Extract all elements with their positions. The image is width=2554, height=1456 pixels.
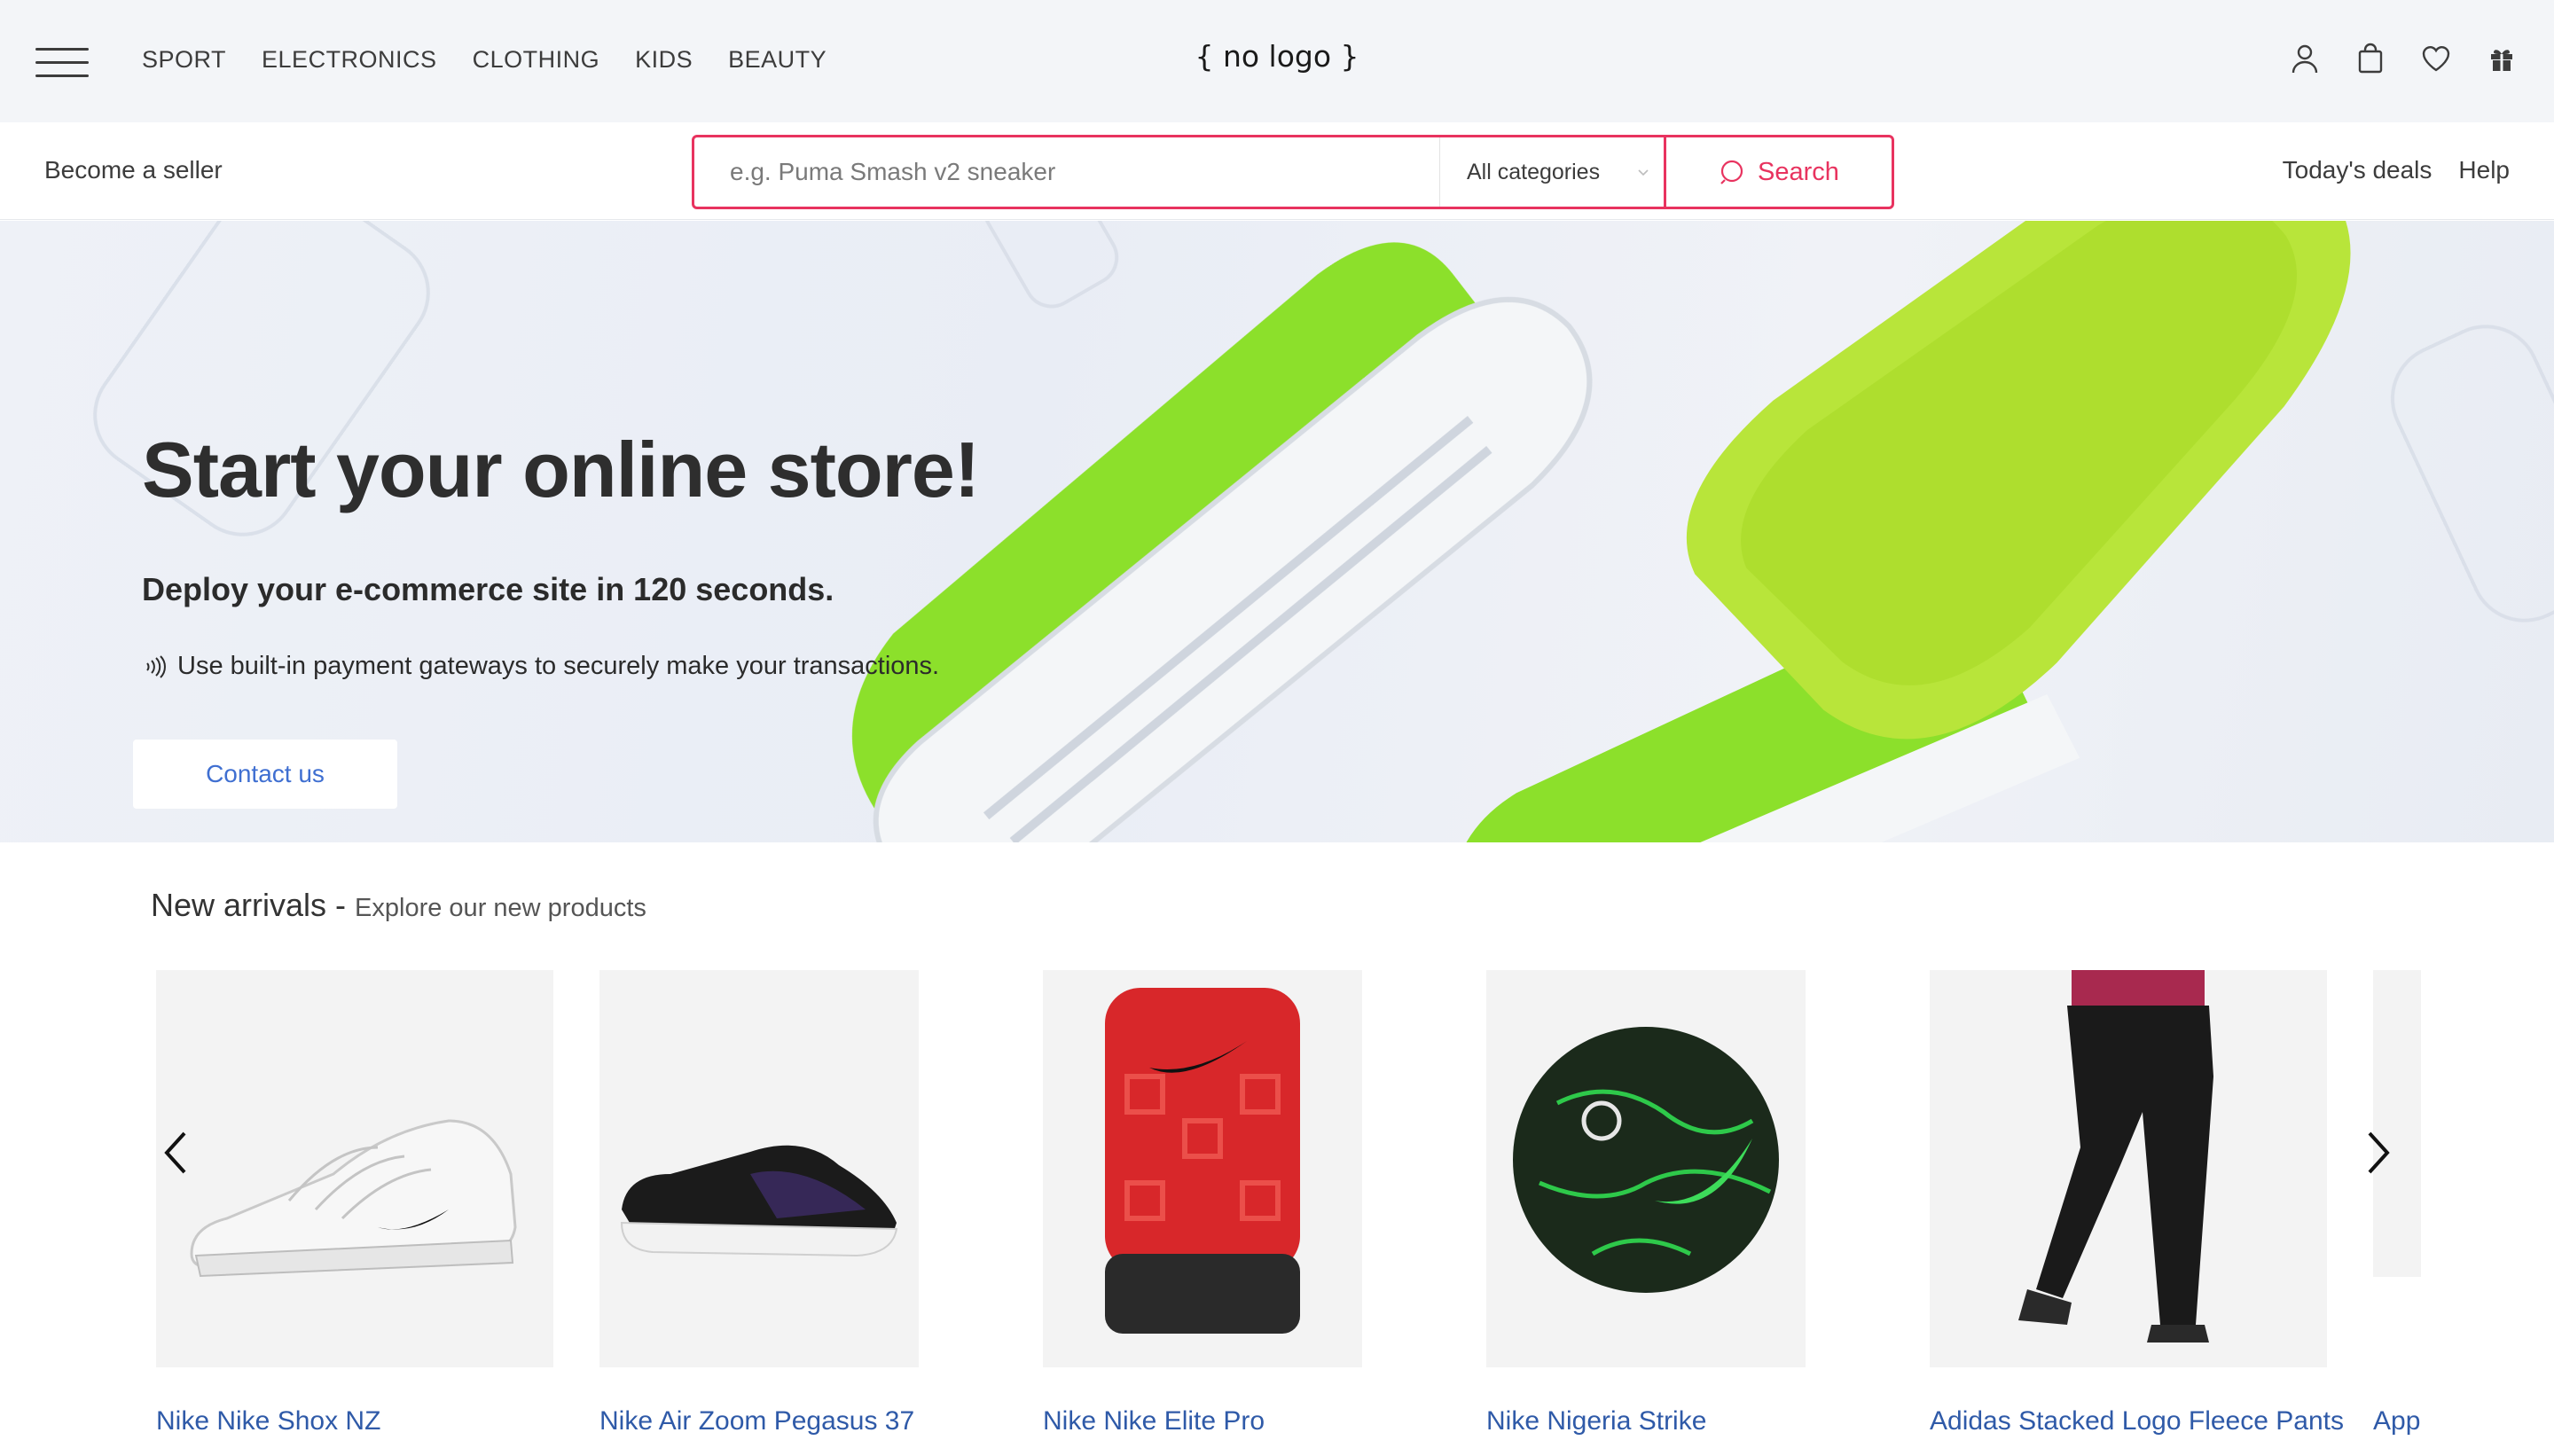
chevron-left-icon — [164, 1131, 186, 1174]
shopping-bag-icon[interactable] — [2354, 41, 2387, 76]
hero-note-text: Use built-in payment gateways to securel… — [177, 652, 940, 680]
carousel-prev-button[interactable] — [158, 1126, 193, 1179]
contact-us-button[interactable]: Contact us — [133, 740, 397, 809]
chevron-right-icon — [2368, 1131, 2390, 1174]
product-name[interactable]: Adidas Stacked Logo Fleece Pants — [1930, 1406, 2344, 1436]
product-card[interactable]: Nike Air Zoom Pegasus 37 — [599, 970, 919, 1436]
utility-links: Today's deals Help — [2283, 156, 2510, 184]
product-image — [2373, 970, 2421, 1277]
chevron-down-icon — [1638, 169, 1649, 176]
category-select[interactable]: All categories — [1439, 137, 1666, 207]
product-image — [599, 970, 919, 1367]
search-button-label: Search — [1758, 157, 1839, 186]
product-card[interactable]: Nike Nike Elite Pro — [1043, 970, 1362, 1436]
hero-note: Use built-in payment gateways to securel… — [142, 652, 939, 681]
nav-electronics[interactable]: ELECTRONICS — [262, 46, 437, 74]
search-bar: All categories Search — [692, 135, 1894, 209]
todays-deals-link[interactable]: Today's deals — [2283, 156, 2433, 184]
nav-clothing[interactable]: CLOTHING — [473, 46, 600, 74]
product-image — [1486, 970, 1806, 1367]
product-name[interactable]: Nike Nigeria Strike — [1486, 1406, 1706, 1436]
carousel-next-button[interactable] — [2361, 1126, 2396, 1179]
search-icon — [1720, 160, 1743, 184]
product-name[interactable]: App — [2373, 1406, 2420, 1436]
nav-beauty[interactable]: BEAUTY — [728, 46, 827, 74]
new-arrivals-title: New arrivals — [151, 887, 327, 923]
heart-icon[interactable] — [2419, 41, 2453, 76]
category-select-label: All categories — [1467, 159, 1601, 184]
hero-subtitle: Deploy your e-commerce site in 120 secon… — [142, 571, 834, 607]
become-seller-link[interactable]: Become a seller — [44, 156, 223, 184]
product-name[interactable]: Nike Nike Shox NZ — [156, 1406, 380, 1436]
hero-title: Start your online store! — [142, 426, 980, 513]
search-button[interactable]: Search — [1666, 137, 1892, 207]
product-image — [156, 970, 553, 1367]
product-card[interactable]: App — [2373, 970, 2421, 1456]
product-card[interactable]: Nike Nike Shox NZ — [156, 970, 553, 1436]
category-nav: SPORT ELECTRONICS CLOTHING KIDS BEAUTY — [142, 46, 827, 74]
product-image — [1930, 970, 2327, 1367]
contactless-payment-icon — [146, 654, 166, 678]
sub-header: Become a seller All categories Search To… — [0, 122, 2554, 220]
hero-banner: Start your online store! Deploy your e-c… — [0, 221, 2554, 842]
search-input[interactable] — [694, 137, 1439, 207]
new-arrivals-header: New arrivals - Explore our new products — [151, 887, 646, 924]
product-carousel: Nike Nike Shox NZ Nike Air Zoom Pegasus … — [0, 970, 2554, 1456]
nav-sport[interactable]: SPORT — [142, 46, 226, 74]
gift-icon[interactable] — [2485, 41, 2519, 76]
header-icons — [2288, 41, 2519, 76]
nav-kids[interactable]: KIDS — [635, 46, 693, 74]
heading-separator: - — [335, 887, 347, 923]
help-link[interactable]: Help — [2458, 156, 2510, 184]
new-arrivals-subtitle: Explore our new products — [355, 894, 646, 922]
top-header: SPORT ELECTRONICS CLOTHING KIDS BEAUTY {… — [0, 0, 2554, 122]
product-image — [1043, 970, 1362, 1367]
hamburger-menu-icon[interactable] — [35, 48, 89, 78]
site-logo[interactable]: { no logo } — [1188, 39, 1366, 74]
product-name[interactable]: Nike Air Zoom Pegasus 37 — [599, 1406, 914, 1436]
product-card[interactable]: Nike Nigeria Strike — [1486, 970, 1806, 1436]
user-icon[interactable] — [2288, 41, 2322, 76]
product-card[interactable]: Adidas Stacked Logo Fleece Pants — [1930, 970, 2344, 1436]
product-name[interactable]: Nike Nike Elite Pro — [1043, 1406, 1265, 1436]
